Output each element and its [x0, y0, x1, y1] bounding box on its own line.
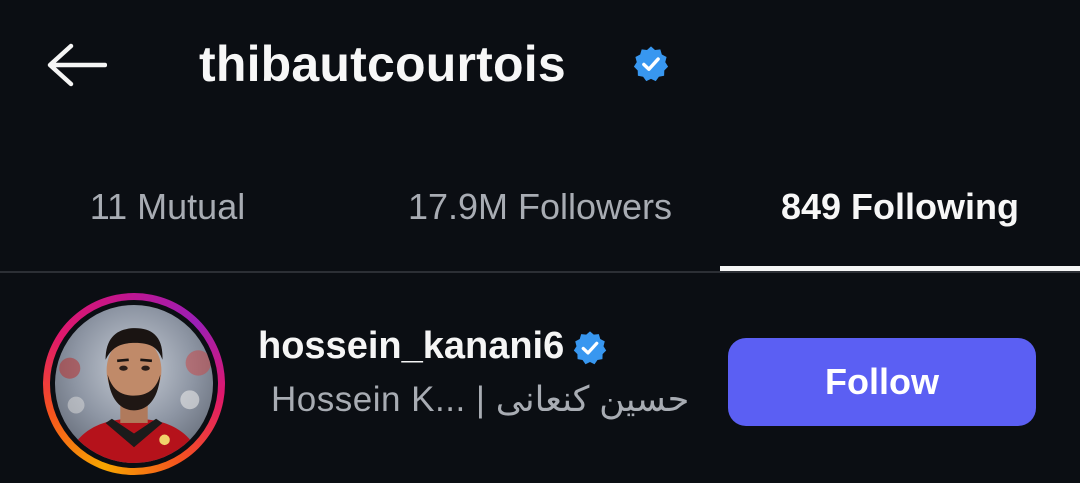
profile-photo: [55, 305, 213, 463]
verified-badge-icon: [572, 330, 608, 366]
tab-following[interactable]: 849 Following: [720, 170, 1080, 274]
tabs-divider: [0, 271, 1080, 273]
follow-tabs: 11 Mutual 17.9M Followers 849 Following: [0, 170, 1080, 274]
user-handle[interactable]: hossein_kanani6: [258, 323, 564, 369]
following-page: thibautcourtois 11 Mutual 17.9M Follower…: [0, 0, 1080, 483]
tab-followers[interactable]: 17.9M Followers: [360, 170, 720, 274]
verified-badge-icon: [632, 45, 670, 83]
profile-username: thibautcourtois: [199, 36, 566, 92]
arrow-left-icon: [47, 43, 107, 87]
avatar: [55, 305, 213, 463]
story-ring[interactable]: [43, 293, 225, 475]
top-bar: thibautcourtois: [0, 0, 1080, 130]
user-full-name: Hossein K... | حسین کنعانی: [271, 380, 690, 419]
tab-mutual[interactable]: 11 Mutual: [40, 170, 295, 274]
back-button[interactable]: [38, 32, 114, 98]
list-item[interactable]: hossein_kanani6 Hossein K... | حسین کنعا…: [0, 285, 1080, 483]
follow-button[interactable]: Follow: [728, 338, 1036, 426]
